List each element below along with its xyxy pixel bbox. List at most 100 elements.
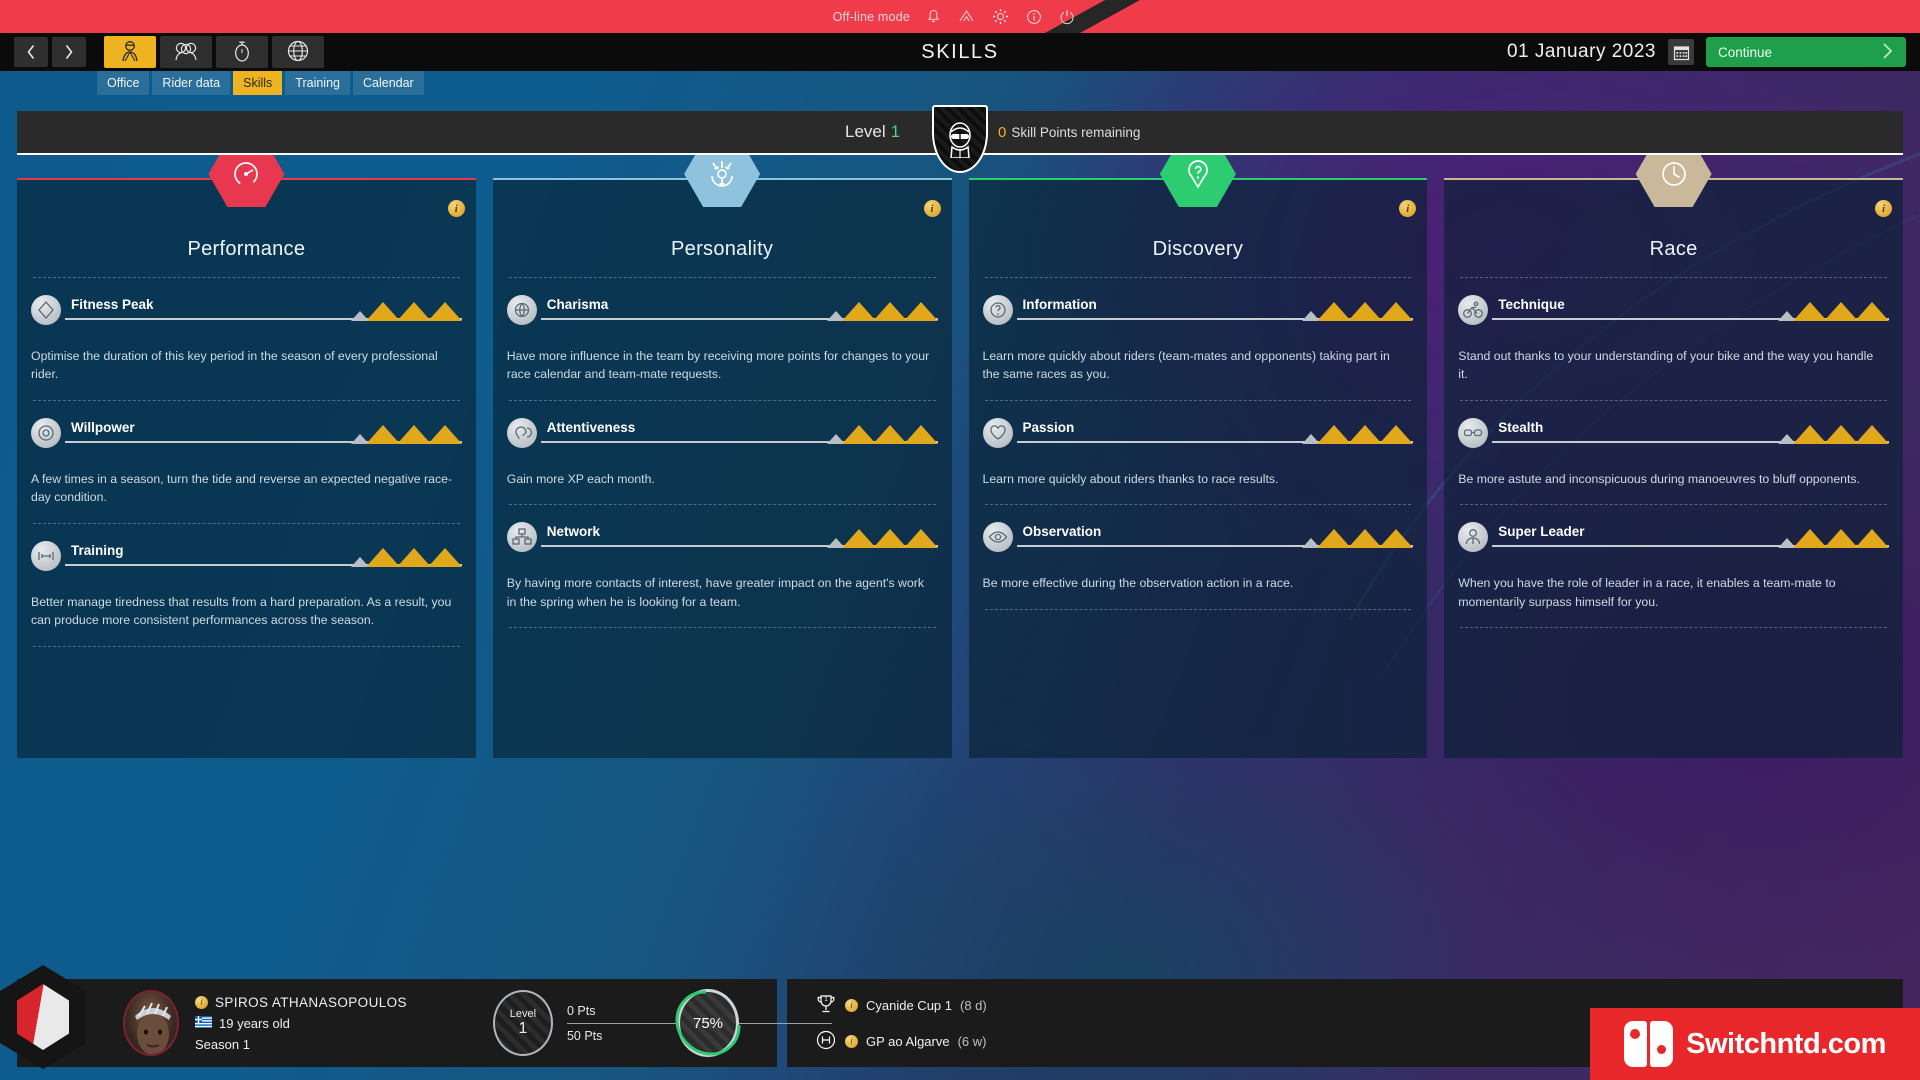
event-item[interactable]: i GP ao Algarve (6 w) [815,1029,987,1054]
condition-gauge: 75% [677,989,739,1057]
skill-chevron-filled [1348,424,1383,444]
event-time: (8 d) [960,997,987,1013]
back-button[interactable] [14,37,48,67]
skill-description: Optimise the duration of this key period… [31,349,438,382]
skill-rating [1302,424,1414,444]
bell-icon[interactable] [926,9,941,25]
info-badge[interactable]: i [923,200,941,217]
skill-header: Willpower [31,417,462,448]
mode-team-button[interactable] [160,36,212,68]
info-badge[interactable]: i [1399,200,1417,217]
skill-row[interactable]: Observation Be more effective during the … [982,505,1414,592]
skill-chevron-filled [427,424,462,444]
skill-chevron-filled [1855,302,1889,321]
cyclist-icon [1458,295,1489,325]
coin-icon: i [845,1034,858,1048]
skill-header: Passion [982,417,1414,448]
skill-description: Be more astute and inconspicuous during … [1458,471,1860,486]
info-badge[interactable]: i [1875,200,1892,217]
skill-chevron-filled [1317,529,1352,549]
jersey-icon[interactable] [0,965,86,1069]
tab-training[interactable]: Training [285,71,350,95]
skill-points-label: Skill Points remaining [1011,124,1141,140]
skill-chevron-filled [427,547,462,567]
mode-stopwatch-button[interactable] [216,36,268,68]
skill-row[interactable]: Training Better manage tiredness that res… [31,524,462,630]
event-item[interactable]: 1 i Cyanide Cup 1 (8 d) [815,993,987,1018]
skill-row[interactable]: Fitness Peak Optimise the duration of thi… [31,278,462,384]
skill-description: When you have the role of leader in a ra… [1458,576,1836,609]
skill-row[interactable]: Technique Stand out thanks to your unders… [1458,278,1889,384]
continue-button[interactable]: Continue [1706,37,1906,67]
skill-chevron-filled [396,302,431,321]
forward-button[interactable] [52,37,86,67]
watermark-text: Switchntd.com [1686,1027,1886,1060]
skill-description: Better manage tiredness that results fro… [31,594,452,628]
skill-description: A few times in a season, turn the tide a… [31,471,453,505]
skill-rating [350,302,462,321]
skill-row[interactable]: Passion Learn more quickly about riders t… [982,401,1414,488]
skill-points-display: 0 Skill Points remaining [998,124,1140,141]
skill-chevron-filled [1379,302,1414,321]
skill-row[interactable]: Charisma Have more influence in the team … [506,278,938,384]
home-icon[interactable] [958,9,975,25]
power-icon[interactable] [1059,9,1075,25]
gear-icon[interactable] [992,8,1009,25]
skill-rating [1302,302,1414,321]
skill-name: Stealth [1498,419,1544,435]
event-name: Cyanide Cup 1 [866,997,952,1013]
skill-chevron-filled [841,424,876,444]
skill-name: Super Leader [1498,524,1585,540]
sub-tab-bar: Office Rider data Skills Training Calendar [0,71,1920,95]
skill-column-performance: i Performance Fitness Peak Optimise the dur… [17,141,476,758]
skill-description: Have more influence in the team by recei… [506,349,930,382]
svg-text:1: 1 [824,997,828,1003]
skill-row[interactable]: Willpower A few times in a season, turn t… [31,401,462,507]
coin-icon: i [195,995,208,1009]
skill-description: By having more contacts of interest, hav… [506,576,924,609]
info-badge[interactable]: i [447,200,465,217]
skill-column-race: i Race Technique Stand out thanks to your u… [1444,141,1903,758]
tab-office[interactable]: Office [97,71,150,95]
player-season: Season 1 [195,1036,250,1052]
tab-skills[interactable]: Skills [233,71,283,95]
skill-chevron-filled [841,302,876,321]
skill-chevron-filled [365,547,400,567]
info-icon[interactable] [1026,9,1042,25]
skill-rating [1302,529,1414,549]
calendar-icon[interactable] [1668,39,1694,65]
skill-chevron-filled [1824,529,1858,549]
tab-calendar[interactable]: Calendar [352,71,424,95]
divider [508,627,936,629]
diamond-icon [31,295,61,325]
target-icon [31,417,61,448]
player-season-row: Season 1 [195,1037,407,1052]
skill-row[interactable]: Super Leader When you have the role of le… [1458,505,1889,611]
skill-row[interactable]: Network By having more contacts of intere… [506,505,938,611]
player-level-label: Level [509,1008,537,1020]
skill-row[interactable]: Stealth Be more astute and inconspicuous … [1458,401,1889,488]
skill-row[interactable]: Attentiveness Gain more XP each month. [506,401,938,488]
skill-rating [1778,529,1889,549]
skill-description: Gain more XP each month. [506,471,655,486]
heart-icon [982,417,1013,448]
event-name: GP ao Algarve [866,1033,950,1049]
skill-header: Super Leader [1458,522,1889,553]
red-banner-right [1080,0,1920,33]
tab-rider-data[interactable]: Rider data [152,71,231,95]
skill-description: Learn more quickly about riders (team-ma… [982,349,1390,382]
skill-name: Willpower [71,419,135,435]
skill-name: Technique [1498,297,1565,312]
skill-header: Stealth [1458,417,1889,448]
mode-globe-button[interactable] [272,36,324,68]
globe-icon [286,39,310,66]
skill-chevron-filled [1855,424,1889,444]
skill-row[interactable]: Information Learn more quickly about ride… [982,278,1414,384]
skill-chevron-filled [1317,302,1352,321]
level-strip: Level 1 0 Skill Points remaining [17,105,1903,173]
charisma-icon [506,295,537,325]
skill-rating [1778,302,1889,321]
trophy-icon: 1 [815,993,837,1018]
mode-rider-button[interactable] [104,36,156,68]
avatar[interactable] [123,990,179,1056]
